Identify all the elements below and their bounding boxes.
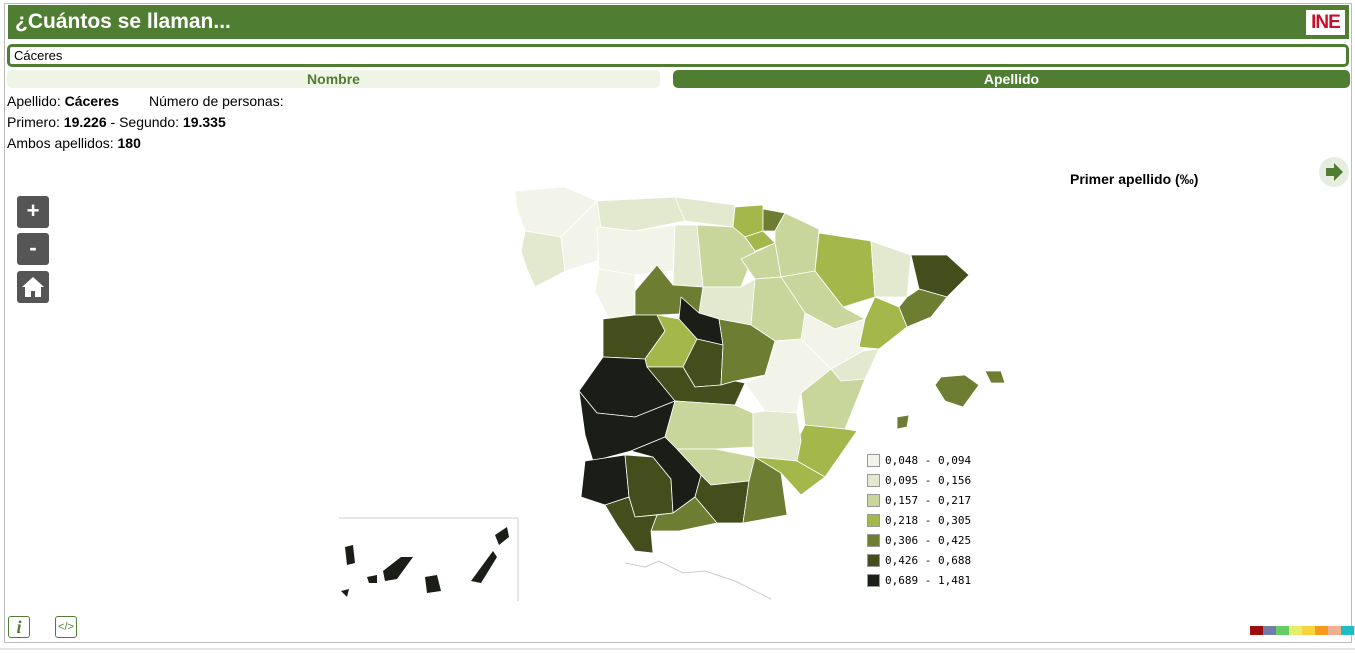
region-tenerife[interactable]	[383, 557, 413, 581]
palette-swatch[interactable]	[1263, 626, 1276, 635]
app-header: ¿Cuántos se llaman... INE	[8, 5, 1349, 39]
segundo-value: 19.335	[182, 114, 226, 130]
region-cantabria[interactable]	[674, 196, 736, 228]
region-mallorca[interactable]	[934, 374, 980, 408]
region-tarragona[interactable]	[858, 296, 908, 350]
palette-swatch[interactable]	[1315, 626, 1328, 635]
zoom-out-button[interactable]: -	[17, 233, 49, 265]
region-lleida[interactable]	[870, 240, 912, 298]
region-gomera[interactable]	[367, 575, 377, 583]
primero-label: Primero:	[7, 114, 60, 130]
info-line-primero: Primero: 19.226 - Segundo: 19.335	[7, 114, 226, 130]
legend-swatch	[867, 453, 880, 467]
ine-logo[interactable]: INE	[1306, 10, 1345, 35]
app-title: ¿Cuántos se llaman...	[15, 10, 231, 33]
region-navarra[interactable]	[774, 212, 820, 278]
apellido-label: Apellido:	[7, 93, 61, 109]
primero-value: 19.226	[63, 114, 107, 130]
legend-item: 0,157 - 0,217	[867, 490, 971, 510]
legend-item: 0,426 - 0,688	[867, 550, 971, 570]
embed-code-button[interactable]: </>	[55, 616, 77, 638]
segundo-label: - Segundo:	[110, 114, 180, 130]
region-lanzarote[interactable]	[495, 527, 509, 545]
color-palette-selector[interactable]	[1250, 626, 1355, 635]
code-icon: </>	[58, 621, 74, 633]
region-fuerteventura[interactable]	[471, 551, 497, 583]
region-gran-canaria[interactable]	[425, 575, 441, 593]
legend-swatch	[867, 553, 880, 567]
tab-nombre[interactable]: Nombre	[7, 70, 660, 88]
next-map-button[interactable]	[1319, 157, 1349, 187]
region-menorca[interactable]	[984, 370, 1006, 384]
ambos-label: Ambos apellidos:	[7, 135, 114, 151]
palette-swatch[interactable]	[1276, 626, 1289, 635]
home-button[interactable]	[17, 271, 49, 303]
palette-swatch[interactable]	[1250, 626, 1263, 635]
legend-label: 0,218 - 0,305	[885, 513, 972, 527]
apellido-value: Cáceres	[64, 93, 120, 109]
region-hierro[interactable]	[341, 589, 349, 597]
info-line-apellido: Apellido: Cáceres Número de personas:	[7, 93, 284, 109]
legend-item: 0,306 - 0,425	[867, 530, 971, 550]
map-legend: 0,048 - 0,094 0,095 - 0,156 0,157 - 0,217 0…	[867, 450, 971, 590]
info-icon: i	[16, 617, 22, 637]
legend-label: 0,306 - 0,425	[885, 533, 972, 547]
region-ibiza[interactable]	[896, 414, 910, 430]
region-leon[interactable]	[596, 224, 676, 276]
info-button[interactable]: i	[8, 616, 30, 638]
region-albacete[interactable]	[752, 410, 802, 462]
region-huelva[interactable]	[580, 454, 630, 506]
palette-swatch[interactable]	[1302, 626, 1315, 635]
palette-swatch[interactable]	[1328, 626, 1341, 635]
map-title: Primer apellido (‰)	[1070, 171, 1199, 187]
legend-label: 0,048 - 0,094	[885, 453, 972, 467]
legend-item: 0,689 - 1,481	[867, 570, 971, 590]
region-ciudad-real[interactable]	[664, 400, 754, 450]
bottom-divider	[0, 648, 1355, 650]
legend-swatch	[867, 493, 880, 507]
legend-swatch	[867, 573, 880, 587]
ambos-value: 180	[117, 135, 141, 151]
tab-apellido[interactable]: Apellido	[673, 70, 1350, 88]
home-icon	[22, 277, 44, 297]
region-galicia-south[interactable]	[520, 230, 566, 288]
app-frame: ¿Cuántos se llaman... INE Nombre Apellid…	[4, 3, 1355, 643]
region-zamora[interactable]	[594, 268, 636, 320]
legend-item: 0,218 - 0,305	[867, 510, 971, 530]
surname-search-input[interactable]	[7, 44, 1349, 67]
palette-swatch[interactable]	[1341, 626, 1354, 635]
morocco-coast-outline	[624, 560, 772, 600]
legend-swatch	[867, 513, 880, 527]
info-line-ambos: Ambos apellidos: 180	[7, 135, 141, 151]
canary-islands-inset	[339, 517, 519, 601]
legend-label: 0,689 - 1,481	[885, 573, 972, 587]
legend-label: 0,426 - 0,688	[885, 553, 972, 567]
legend-label: 0,095 - 0,156	[885, 473, 972, 487]
zoom-in-button[interactable]: +	[17, 196, 49, 228]
legend-swatch	[867, 533, 880, 547]
legend-item: 0,095 - 0,156	[867, 470, 971, 490]
region-la-palma[interactable]	[345, 545, 355, 565]
palette-swatch[interactable]	[1289, 626, 1302, 635]
legend-swatch	[867, 473, 880, 487]
legend-label: 0,157 - 0,217	[885, 493, 972, 507]
personas-label: Número de personas:	[148, 93, 284, 109]
arrow-right-icon	[1326, 163, 1343, 181]
legend-item: 0,048 - 0,094	[867, 450, 971, 470]
